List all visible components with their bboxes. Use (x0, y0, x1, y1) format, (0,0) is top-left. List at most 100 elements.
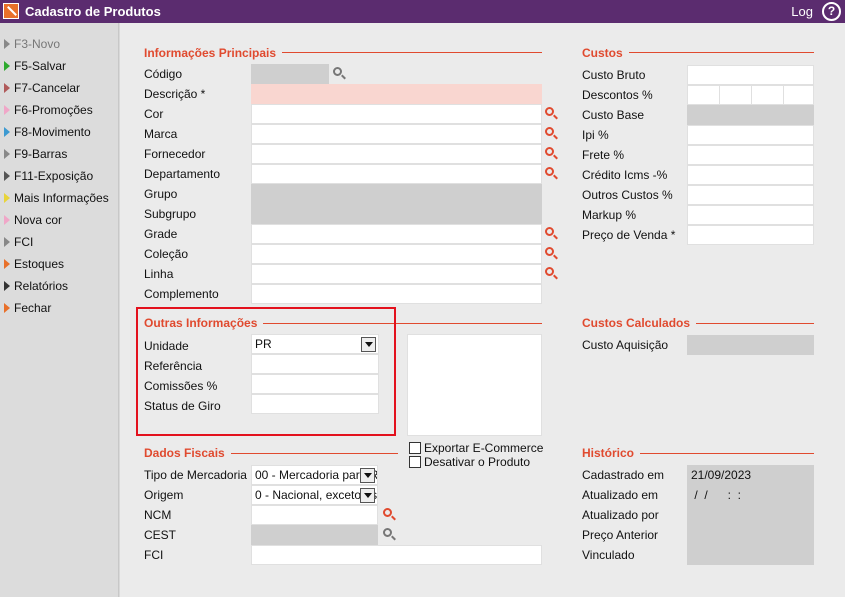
search-icon[interactable] (545, 167, 559, 181)
ipi-input[interactable] (687, 125, 814, 145)
triangle-icon (4, 127, 10, 137)
sidebar-item-label: F5-Salvar (14, 59, 67, 73)
sidebar-item-label: F3-Novo (14, 37, 61, 51)
triangle-icon (4, 259, 10, 269)
preco-venda-input[interactable] (687, 225, 814, 245)
chevron-down-icon[interactable] (360, 488, 375, 503)
log-link[interactable]: Log (791, 4, 813, 19)
window-title: Cadastro de Produtos (25, 4, 161, 19)
sidebar-item-estoques[interactable]: Estoques (4, 257, 64, 277)
sidebar-item-fci[interactable]: FCI (4, 235, 33, 255)
cor-input[interactable] (251, 104, 542, 124)
section-title-principais: Informações Principais (144, 46, 283, 60)
custo-aquisicao-input[interactable] (687, 335, 814, 355)
sidebar-item-nova-cor[interactable]: Nova cor (4, 213, 62, 233)
triangle-icon (4, 39, 10, 49)
exportar-ecommerce-checkbox[interactable] (409, 442, 421, 454)
markup-input[interactable] (687, 205, 814, 225)
linha-input[interactable] (251, 264, 542, 284)
search-icon[interactable] (383, 528, 397, 542)
credito-icms-input[interactable] (687, 165, 814, 185)
label-custo-base: Custo Base (582, 108, 645, 122)
sidebar-item-mais-informacoes[interactable]: Mais Informações (4, 191, 109, 211)
label-marca: Marca (144, 127, 178, 141)
sidebar-item-label: Estoques (14, 257, 65, 271)
triangle-icon (4, 215, 10, 225)
sidebar-item-relatorios[interactable]: Relatórios (4, 279, 68, 299)
label-ipi: Ipi % (582, 128, 609, 142)
search-icon[interactable] (545, 147, 559, 161)
codigo-input[interactable] (251, 64, 329, 84)
desativar-produto-label: Desativar o Produto (424, 455, 531, 469)
sidebar-item-novo[interactable]: F3-Novo (4, 37, 60, 57)
label-cor: Cor (144, 107, 164, 121)
label-subgrupo: Subgrupo (144, 207, 197, 221)
subgrupo-input[interactable] (251, 204, 542, 224)
fornecedor-input[interactable] (251, 144, 542, 164)
custo-base-input[interactable] (687, 105, 814, 125)
label-complemento: Complemento (144, 287, 219, 301)
label-markup: Markup % (582, 208, 637, 222)
help-icon[interactable]: ? (822, 2, 841, 21)
sidebar-item-label: F8-Movimento (14, 125, 91, 139)
search-icon[interactable] (333, 67, 347, 81)
custo-bruto-input[interactable] (687, 65, 814, 85)
fci-input[interactable] (251, 545, 542, 565)
label-origem: Origem (144, 488, 184, 502)
departamento-input[interactable] (251, 164, 542, 184)
grade-input[interactable] (251, 224, 542, 244)
cest-input[interactable] (251, 525, 378, 545)
grupo-input[interactable] (251, 184, 542, 204)
triangle-icon (4, 193, 10, 203)
frete-input[interactable] (687, 145, 814, 165)
tipo-mercadoria-select[interactable]: 00 - Mercadoria para Revenda (251, 465, 378, 485)
section-title-calculados: Custos Calculados (582, 316, 697, 330)
search-icon[interactable] (545, 127, 559, 141)
sidebar-item-fechar[interactable]: Fechar (4, 301, 51, 321)
search-icon[interactable] (545, 227, 559, 241)
sidebar-item-cancelar[interactable]: F7-Cancelar (4, 81, 80, 101)
section-title-historico: Histórico (582, 446, 641, 460)
label-grade: Grade (144, 227, 178, 241)
chevron-down-icon[interactable] (360, 468, 375, 483)
highlight-box (136, 307, 396, 436)
ncm-input[interactable] (251, 505, 378, 525)
sidebar-item-promocoes[interactable]: F6-Promoções (4, 103, 93, 123)
cadastrado-em-value: 21/09/2023 (691, 468, 752, 482)
label-departamento: Departamento (144, 167, 221, 181)
descricao-input[interactable] (251, 84, 542, 104)
label-grupo: Grupo (144, 187, 178, 201)
sidebar-item-barras[interactable]: F9-Barras (4, 147, 67, 167)
sidebar-item-movimento[interactable]: F8-Movimento (4, 125, 91, 145)
triangle-icon (4, 105, 10, 115)
triangle-icon (4, 281, 10, 291)
image-area[interactable] (407, 334, 542, 436)
search-icon[interactable] (545, 267, 559, 281)
sidebar-item-exposicao[interactable]: F11-Exposição (4, 169, 93, 189)
label-preco-venda: Preço de Venda * (582, 228, 676, 242)
label-vinculado: Vinculado (582, 548, 635, 562)
sidebar-item-salvar[interactable]: F5-Salvar (4, 59, 66, 79)
label-fci: FCI (144, 548, 164, 562)
exportar-ecommerce-label: Exportar E-Commerce (424, 441, 544, 455)
triangle-icon (4, 237, 10, 247)
marca-input[interactable] (251, 124, 542, 144)
colecao-input[interactable] (251, 244, 542, 264)
descontos-input[interactable] (687, 85, 814, 105)
label-descontos: Descontos % (582, 88, 653, 102)
complemento-input[interactable] (251, 284, 542, 304)
search-icon[interactable] (545, 107, 559, 121)
desativar-produto-checkbox[interactable] (409, 456, 421, 468)
origem-select[interactable]: 0 - Nacional, exceto as indicadas nos có… (251, 485, 378, 505)
search-icon[interactable] (383, 508, 397, 522)
title-bar: Cadastro de Produtos Log ? (0, 0, 845, 23)
sidebar-item-label: Nova cor (14, 213, 63, 227)
sidebar-item-label: Fechar (14, 301, 52, 315)
outros-custos-input[interactable] (687, 185, 814, 205)
atualizado-por-field (687, 505, 814, 525)
sidebar: F3-Novo F5-Salvar F7-Cancelar F6-Promoçõ… (0, 23, 119, 597)
triangle-icon (4, 303, 10, 313)
search-icon[interactable] (545, 247, 559, 261)
label-fornecedor: Fornecedor (144, 147, 206, 161)
sidebar-item-label: Relatórios (14, 279, 69, 293)
